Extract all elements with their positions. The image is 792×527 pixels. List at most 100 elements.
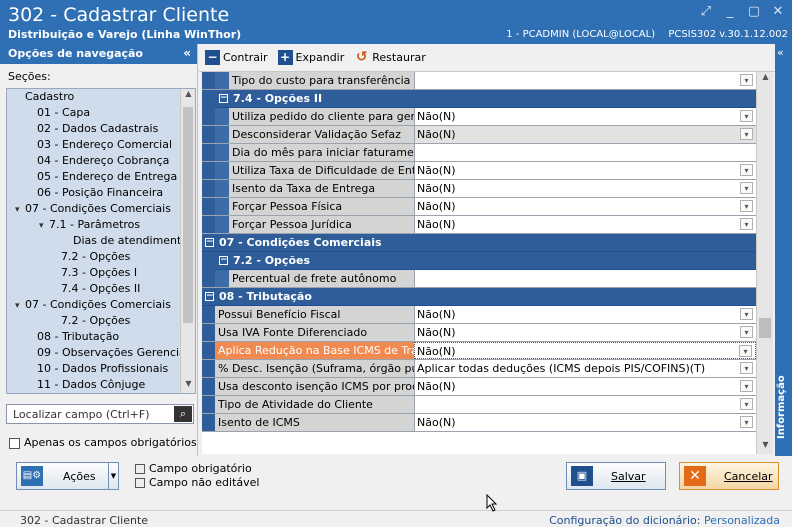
- chevron-down-icon[interactable]: ▾: [740, 110, 753, 122]
- only-required-checkbox[interactable]: Apenas os campos obrigatórios: [9, 436, 197, 449]
- grid-row[interactable]: Desconsiderar Validação Sefaz Não(N) ▾: [202, 126, 756, 144]
- field-value[interactable]: Não(N) ▾: [414, 378, 756, 395]
- sidebar-item[interactable]: 04 - Endereço Cobrança: [7, 153, 195, 169]
- field-value[interactable]: Não(N) ▾: [414, 342, 756, 359]
- collapse-group-icon[interactable]: −: [205, 292, 214, 301]
- tree-scroll-thumb[interactable]: [183, 107, 193, 323]
- scroll-up-icon[interactable]: ▲: [757, 72, 774, 86]
- sidebar-item[interactable]: 05 - Endereço de Entrega: [7, 169, 195, 185]
- collapse-button[interactable]: − Contrair: [205, 50, 268, 65]
- sidebar-item[interactable]: 03 - Endereço Comercial: [7, 137, 195, 153]
- sidebar-item[interactable]: ▾ 07 - Condições Comerciais: [7, 297, 195, 313]
- grid-row[interactable]: Isento da Taxa de Entrega Não(N) ▾: [202, 180, 756, 198]
- field-value[interactable]: Não(N) ▾: [414, 198, 756, 215]
- resize-icon[interactable]: ⤢: [698, 5, 714, 19]
- field-value[interactable]: [414, 144, 756, 161]
- field-search[interactable]: Localizar campo (Ctrl+F) ⌕: [6, 404, 194, 424]
- scroll-down-icon[interactable]: ▼: [757, 440, 774, 454]
- field-value[interactable]: Não(N) ▾: [414, 180, 756, 197]
- tree-scrollbar[interactable]: ▲ ▼: [180, 89, 195, 393]
- restore-button[interactable]: ↺ Restaurar: [354, 50, 426, 65]
- sidebar-item[interactable]: 09 - Observações Gerenciais: [7, 345, 195, 361]
- chevron-down-icon[interactable]: ▾: [740, 380, 753, 392]
- sidebar-item[interactable]: 7.3 - Opções I: [7, 265, 195, 281]
- chevron-down-icon[interactable]: ▾: [740, 326, 753, 338]
- grid-scroll-thumb[interactable]: [759, 318, 771, 338]
- field-value[interactable]: [414, 270, 756, 287]
- collapse-right-icon[interactable]: «: [777, 46, 784, 59]
- grid-row[interactable]: Tipo do custo para transferência ▾: [202, 72, 756, 90]
- scroll-up-icon[interactable]: ▲: [181, 89, 195, 103]
- actions-button[interactable]: ▤⚙ Ações ▼: [16, 462, 119, 490]
- chevron-down-icon[interactable]: ▾: [740, 164, 753, 176]
- chevron-down-icon[interactable]: ▾: [15, 298, 25, 314]
- sidebar-item[interactable]: 10 - Dados Profissionais: [7, 361, 195, 377]
- field-value[interactable]: ▾: [414, 72, 756, 89]
- grid-scrollbar[interactable]: ▲ ▼: [756, 72, 773, 454]
- field-value[interactable]: Não(N) ▾: [414, 324, 756, 341]
- chevron-down-icon[interactable]: ▾: [740, 308, 753, 320]
- sidebar-item[interactable]: 02 - Dados Cadastrais: [7, 121, 195, 137]
- chevron-down-icon[interactable]: ▾: [39, 218, 49, 234]
- field-value[interactable]: Não(N) ▾: [414, 216, 756, 233]
- chevron-down-icon[interactable]: ▾: [740, 200, 753, 212]
- collapse-group-icon[interactable]: −: [219, 256, 228, 265]
- field-value[interactable]: Não(N) ▾: [414, 108, 756, 125]
- field-value[interactable]: Aplicar todas deduções (ICMS depois PIS/…: [414, 360, 756, 377]
- save-button[interactable]: ▣ Salvar: [566, 462, 666, 490]
- chevron-down-icon[interactable]: ▾: [15, 202, 25, 218]
- grid-row[interactable]: Aplica Redução na Base ICMS de Tra Não(N)…: [202, 342, 756, 360]
- sidebar-item[interactable]: Dias de atendimento: [7, 233, 195, 249]
- grid-row[interactable]: Usa IVA Fonte Diferenciado Não(N) ▾: [202, 324, 756, 342]
- grid-row[interactable]: Percentual de frete autônomo: [202, 270, 756, 288]
- sidebar-item[interactable]: Cadastro: [7, 89, 195, 105]
- grid-row[interactable]: % Desc. Isenção (Suframa, órgão pu Aplica…: [202, 360, 756, 378]
- chevron-down-icon[interactable]: ▾: [740, 362, 753, 374]
- info-panel[interactable]: « Informação: [775, 44, 792, 456]
- grid-group-header[interactable]: −7.4 - Opções II: [202, 90, 756, 108]
- grid-group-header[interactable]: −08 - Tributação: [202, 288, 756, 306]
- grid-row[interactable]: Forçar Pessoa Jurídica Não(N) ▾: [202, 216, 756, 234]
- close-icon[interactable]: ✕: [770, 5, 786, 19]
- grid-row[interactable]: Forçar Pessoa Física Não(N) ▾: [202, 198, 756, 216]
- search-icon[interactable]: ⌕: [174, 406, 192, 422]
- chevron-down-icon[interactable]: ▾: [740, 74, 753, 86]
- grid-row[interactable]: Isento de ICMS Não(N) ▾: [202, 414, 756, 432]
- grid-group-header[interactable]: −07 - Condições Comerciais: [202, 234, 756, 252]
- grid-row[interactable]: Dia do mês para iniciar faturament: [202, 144, 756, 162]
- field-value[interactable]: Não(N) ▾: [414, 162, 756, 179]
- sidebar-item[interactable]: 11 - Dados Cônjuge: [7, 377, 195, 393]
- minimize-icon[interactable]: _: [722, 5, 738, 19]
- chevron-down-icon[interactable]: ▾: [740, 128, 753, 140]
- dictionary-value[interactable]: Personalizada: [704, 514, 780, 527]
- chevron-down-icon[interactable]: ▼: [108, 463, 118, 489]
- field-value[interactable]: Não(N) ▾: [414, 414, 756, 431]
- chevron-down-icon[interactable]: ▾: [740, 218, 753, 230]
- chevron-down-icon[interactable]: ▾: [740, 182, 753, 194]
- chevron-down-icon[interactable]: ▾: [740, 398, 753, 410]
- checkbox-box[interactable]: [9, 437, 20, 449]
- sidebar-item[interactable]: 7.2 - Opções: [7, 249, 195, 265]
- maximize-icon[interactable]: ▢: [746, 5, 762, 19]
- field-search-input[interactable]: Localizar campo (Ctrl+F): [13, 408, 150, 421]
- sidebar-item[interactable]: 01 - Capa: [7, 105, 195, 121]
- expand-button[interactable]: + Expandir: [277, 50, 344, 65]
- field-value[interactable]: Não(N) ▾: [414, 306, 756, 323]
- collapse-group-icon[interactable]: −: [219, 94, 228, 103]
- sidebar-item[interactable]: 7.4 - Opções II: [7, 281, 195, 297]
- field-value[interactable]: ▾: [414, 396, 756, 413]
- chevron-down-icon[interactable]: ▾: [740, 416, 753, 428]
- grid-row[interactable]: Usa desconto isenção ICMS por produ Não(N…: [202, 378, 756, 396]
- grid-row[interactable]: Tipo de Atividade do Cliente ▾: [202, 396, 756, 414]
- collapse-group-icon[interactable]: −: [205, 238, 214, 247]
- collapse-left-icon[interactable]: «: [183, 46, 191, 60]
- grid-group-header[interactable]: −7.2 - Opções: [202, 252, 756, 270]
- sidebar-item[interactable]: 7.2 - Opções: [7, 313, 195, 329]
- field-value[interactable]: Não(N) ▾: [414, 126, 756, 143]
- scroll-down-icon[interactable]: ▼: [181, 379, 195, 393]
- grid-row[interactable]: Possui Benefício Fiscal Não(N) ▾: [202, 306, 756, 324]
- sidebar-item[interactable]: 08 - Tributação: [7, 329, 195, 345]
- chevron-down-icon[interactable]: ▾: [739, 345, 752, 357]
- sidebar-item[interactable]: ▾ 07 - Condições Comerciais: [7, 201, 195, 217]
- grid-row[interactable]: Utiliza pedido do cliente para gerar Não(…: [202, 108, 756, 126]
